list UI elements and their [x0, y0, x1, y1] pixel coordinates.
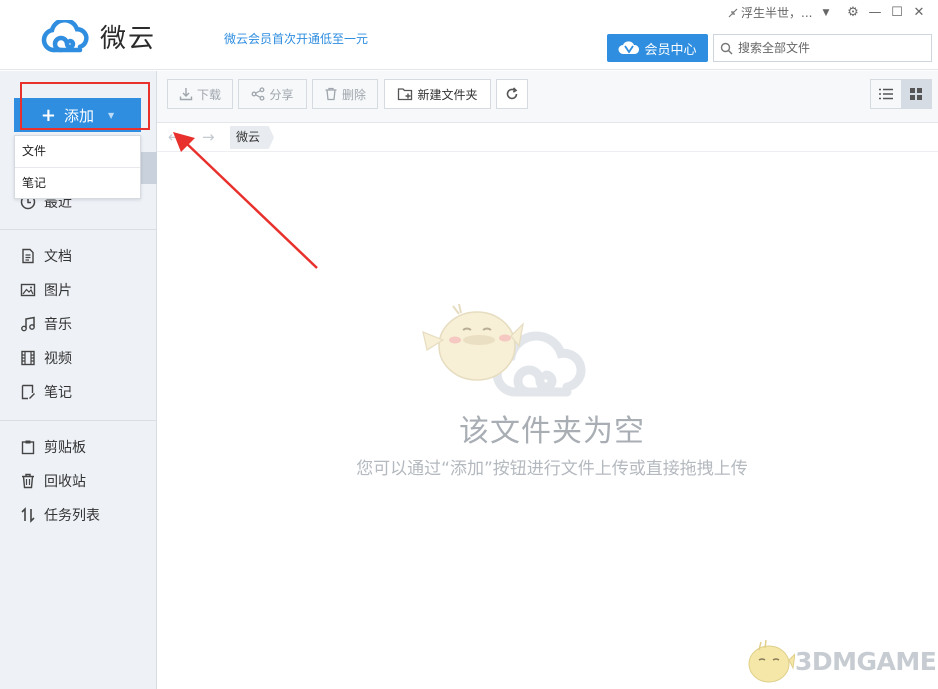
note-icon — [21, 384, 35, 400]
sidebar-item-recycle-bin[interactable]: 回收站 — [0, 466, 157, 496]
vip-promo-link[interactable]: 微云会员首次开通低至一元 — [224, 30, 368, 47]
watermark-logo: 3DMGAME — [745, 638, 937, 684]
chick-mascot-icon — [748, 639, 795, 683]
sidebar-item-clipboard[interactable]: 剪贴板 — [0, 432, 157, 462]
feather-icon — [728, 8, 738, 17]
app-logo: 微云 — [40, 18, 156, 55]
app-header: 微云 微云会员首次开通低至一元 浮生半世，... ▼ ⚙ — ☐ ✕ 会员中心 — [0, 0, 938, 70]
sidebar-item-label: 回收站 — [44, 474, 86, 490]
sidebar-item-pictures[interactable]: 图片 — [0, 275, 157, 305]
share-button[interactable]: 分享 — [238, 79, 307, 109]
sidebar-item-label: 视频 — [44, 351, 72, 367]
sidebar-divider — [0, 420, 156, 421]
breadcrumb-bar: ← → 微云 — [157, 123, 938, 152]
transfer-arrows-icon — [21, 507, 35, 523]
sidebar-divider — [0, 229, 156, 230]
sidebar-item-label: 笔记 — [44, 385, 72, 401]
music-note-icon — [21, 316, 35, 332]
settings-gear-icon[interactable]: ⚙ — [842, 3, 864, 21]
film-icon — [21, 350, 35, 366]
sidebar-item-label: 文档 — [44, 249, 72, 265]
download-label: 下载 — [196, 87, 221, 102]
delete-label: 删除 — [341, 87, 366, 102]
file-toolbar: 下载 分享 删除 新建文件夹 — [157, 71, 938, 123]
view-toggle — [870, 79, 932, 109]
sidebar: + 添加 ▼ 文件 笔记 最近 文档 图片 音乐 视频 笔记 剪贴板 回收站 任… — [0, 71, 157, 689]
app-name: 微云 — [100, 24, 157, 54]
search-box[interactable] — [713, 34, 932, 62]
vip-center-button[interactable]: 会员中心 — [607, 34, 708, 62]
back-arrow-icon[interactable]: ← — [168, 128, 181, 146]
sidebar-item-label: 剪贴板 — [44, 440, 86, 456]
search-icon — [720, 42, 733, 54]
add-menu-item-file[interactable]: 文件 — [15, 136, 140, 167]
watermark-text: 3DMGAME — [795, 646, 937, 676]
new-folder-icon — [398, 88, 413, 101]
share-icon — [252, 87, 265, 101]
add-dropdown-menu: 文件 笔记 — [14, 135, 141, 199]
empty-folder-hint: 您可以通过“添加”按钮进行文件上传或直接拖拽上传 — [356, 459, 748, 479]
trash-icon — [22, 473, 34, 489]
new-folder-label: 新建文件夹 — [417, 87, 478, 102]
add-button[interactable]: + 添加 ▼ — [14, 98, 141, 132]
cloud-logo-icon — [41, 19, 89, 52]
close-icon[interactable]: ✕ — [908, 3, 930, 21]
image-icon — [20, 283, 36, 297]
grid-view-button[interactable] — [901, 80, 931, 108]
download-button[interactable]: 下载 — [167, 79, 233, 109]
breadcrumb-item-root[interactable]: 微云 — [230, 126, 275, 149]
vip-center-label: 会员中心 — [644, 42, 697, 58]
maximize-icon[interactable]: ☐ — [886, 3, 908, 21]
delete-button[interactable]: 删除 — [312, 79, 378, 109]
add-button-label: 添加 — [63, 106, 94, 125]
user-name: 浮生半世，... — [741, 6, 813, 20]
sidebar-item-notes[interactable]: 笔记 — [0, 377, 157, 407]
clipboard-icon — [21, 440, 35, 455]
sidebar-item-videos[interactable]: 视频 — [0, 343, 157, 373]
vip-cloud-icon — [618, 41, 640, 54]
new-folder-button[interactable]: 新建文件夹 — [384, 79, 491, 109]
grid-view-icon — [910, 88, 922, 100]
share-label: 分享 — [269, 87, 294, 102]
sidebar-item-task-list[interactable]: 任务列表 — [0, 500, 157, 530]
forward-arrow-icon[interactable]: → — [202, 128, 215, 146]
user-menu[interactable]: 浮生半世，... ▼ — [728, 4, 829, 21]
list-view-button[interactable] — [871, 80, 901, 108]
plus-icon: + — [40, 104, 56, 126]
trash-icon — [325, 87, 337, 101]
sidebar-item-music[interactable]: 音乐 — [0, 309, 157, 339]
file-area-empty: 该文件夹为空 您可以通过“添加”按钮进行文件上传或直接拖拽上传 — [157, 152, 938, 689]
document-icon — [22, 248, 34, 264]
chevron-down-icon: ▼ — [822, 7, 830, 18]
sidebar-item-label: 音乐 — [44, 317, 72, 333]
sidebar-item-label: 任务列表 — [44, 508, 100, 524]
sidebar-item-label: 图片 — [44, 283, 72, 299]
add-menu-item-note[interactable]: 笔记 — [15, 167, 140, 198]
list-view-icon — [879, 88, 893, 100]
search-input[interactable] — [738, 41, 928, 55]
empty-folder-title: 该文件夹为空 — [459, 414, 645, 449]
refresh-button[interactable] — [496, 79, 528, 109]
refresh-icon — [506, 87, 518, 100]
minimize-icon[interactable]: — — [864, 3, 886, 21]
download-icon — [179, 88, 193, 101]
empty-folder-mascot-icon — [422, 303, 586, 397]
sidebar-item-documents[interactable]: 文档 — [0, 241, 157, 271]
selected-nav-indicator — [141, 152, 157, 184]
dropdown-arrow-icon: ▼ — [107, 110, 115, 120]
window-controls: ⚙ — ☐ ✕ — [842, 3, 930, 21]
